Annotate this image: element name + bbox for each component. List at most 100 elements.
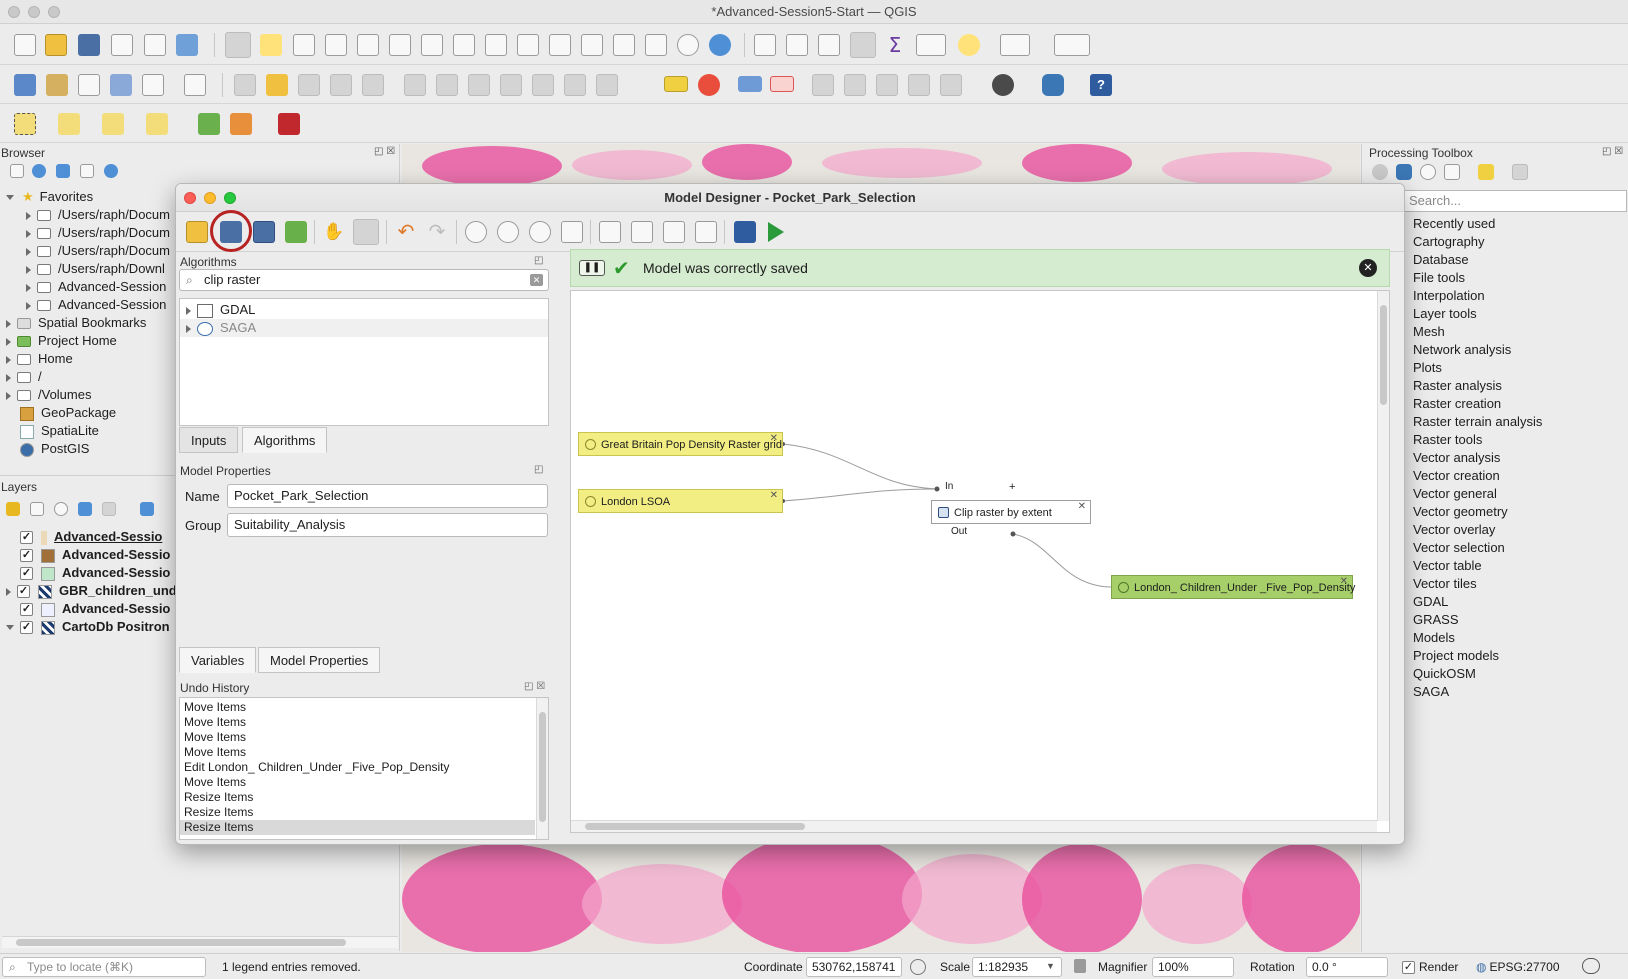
redo-arrow-icon[interactable]: ↷: [426, 221, 448, 243]
browser-item-geopackage[interactable]: GeoPackage: [20, 404, 116, 422]
zoom-full-icon[interactable]: [357, 34, 379, 56]
toggle-editing-icon[interactable]: [266, 74, 288, 96]
style-layer-icon[interactable]: [6, 502, 20, 516]
filter-expression-icon[interactable]: [102, 502, 116, 516]
zoom-out-icon[interactable]: [497, 221, 519, 243]
model-input-lsoa-node[interactable]: London LSOA ✕: [578, 489, 783, 513]
toolbox-group-item[interactable]: Vector selection: [1413, 539, 1505, 557]
toolbox-group-item[interactable]: Vector tiles: [1413, 575, 1477, 593]
node-remove-icon[interactable]: ✕: [770, 490, 778, 502]
paste-features-icon[interactable]: [532, 74, 554, 96]
redo-icon[interactable]: [596, 74, 618, 96]
toolbox-group-item[interactable]: GDAL: [1413, 593, 1448, 611]
toolbox-group-item[interactable]: GRASS: [1413, 611, 1459, 629]
export-svg-icon[interactable]: [695, 221, 717, 243]
maximize-window-button[interactable]: [48, 6, 60, 18]
python-console-icon[interactable]: [1042, 74, 1064, 96]
browser-item-volumes[interactable]: /Volumes: [6, 386, 91, 404]
toolbox-group-item[interactable]: SAGA: [1413, 683, 1449, 701]
toolbox-group-item[interactable]: Layer tools: [1413, 305, 1477, 323]
layer-visibility-checkbox[interactable]: ✓: [20, 567, 33, 581]
model-canvas[interactable]: Great Britain Pop Density Raster grid ✕ …: [570, 290, 1390, 833]
rotate-label-icon[interactable]: [876, 74, 898, 96]
toolbox-group-item[interactable]: Vector analysis: [1413, 449, 1500, 467]
pin-labels-icon[interactable]: [738, 76, 762, 92]
bookmark-icon[interactable]: [613, 34, 635, 56]
lock-icon[interactable]: [1074, 959, 1086, 973]
toolbox-group-item[interactable]: File tools: [1413, 269, 1465, 287]
attribute-table-icon[interactable]: [786, 34, 808, 56]
open-model-icon[interactable]: [186, 221, 208, 243]
undo-arrow-icon[interactable]: ↶: [395, 221, 417, 243]
current-edits-icon[interactable]: [234, 74, 256, 96]
undo-history-item[interactable]: Resize Items: [184, 805, 253, 820]
layers-horizontal-scrollbar[interactable]: [2, 936, 398, 948]
save-edits-icon[interactable]: [298, 74, 320, 96]
rotation-spinbox[interactable]: 0.0 °: [1306, 957, 1388, 977]
zoom-actual-icon[interactable]: [529, 221, 551, 243]
toolbox-group-item[interactable]: Mesh: [1413, 323, 1445, 341]
toolbox-group-item[interactable]: Models: [1413, 629, 1455, 647]
add-port-plus[interactable]: +: [1009, 481, 1015, 493]
refresh-icon[interactable]: [709, 34, 731, 56]
panel-float-close-icons[interactable]: ◰ ☒: [524, 681, 545, 692]
toolbox-group-item[interactable]: Interpolation: [1413, 287, 1485, 305]
pan-hand-icon[interactable]: ✋: [323, 221, 345, 243]
browser-item-project-home[interactable]: Project Home: [6, 332, 117, 350]
tab-variables[interactable]: Variables: [179, 647, 257, 673]
models-gear-icon[interactable]: [1372, 164, 1388, 180]
panel-float-close-icons[interactable]: ◰ ☒: [1602, 146, 1623, 157]
browser-item-spatialite[interactable]: SpatiaLite: [20, 422, 99, 440]
model-name-input[interactable]: Pocket_Park_Selection: [227, 484, 548, 508]
browser-item-root[interactable]: /: [6, 368, 42, 386]
panel-float-icon[interactable]: ◰: [534, 255, 543, 266]
browser-item-folder[interactable]: Advanced-Session: [26, 296, 166, 314]
canvas-vertical-scrollbar[interactable]: [1377, 291, 1389, 821]
virtual-layer-icon[interactable]: [142, 74, 164, 96]
new-project-icon[interactable]: [14, 34, 36, 56]
layer-row[interactable]: ✓ Advanced-Sessio: [20, 528, 162, 546]
messages-icon[interactable]: [1582, 958, 1600, 974]
plugin-globe-icon[interactable]: [992, 74, 1014, 96]
export-python-icon[interactable]: [599, 221, 621, 243]
edit-features-in-place-icon[interactable]: [1478, 164, 1494, 180]
toolbox-group-item[interactable]: Vector overlay: [1413, 521, 1495, 539]
move-label-icon[interactable]: [812, 74, 834, 96]
zoom-full-icon[interactable]: [561, 221, 583, 243]
text-annotation-icon[interactable]: [1054, 34, 1090, 56]
data-source-manager-icon[interactable]: [14, 74, 36, 96]
coordinate-field[interactable]: 530762,158741: [806, 957, 902, 977]
results-viewer-icon[interactable]: [1444, 164, 1460, 180]
provider-saga[interactable]: SAGA: [180, 319, 548, 337]
tab-inputs[interactable]: Inputs: [179, 427, 239, 453]
new-3d-view-icon[interactable]: [581, 34, 603, 56]
node-remove-icon[interactable]: ✕: [1078, 501, 1086, 513]
options-wrench-icon[interactable]: [1512, 164, 1528, 180]
add-selected-layers-icon[interactable]: [10, 164, 24, 178]
layer-row[interactable]: ✓ Advanced-Sessio: [20, 564, 170, 582]
zoom-in-icon[interactable]: [293, 34, 315, 56]
undo-history-item[interactable]: Move Items: [184, 730, 246, 745]
help-icon[interactable]: ?: [1090, 74, 1112, 96]
minimize-window-button[interactable]: [28, 6, 40, 18]
toolbox-group-item[interactable]: Cartography: [1413, 233, 1485, 251]
browser-item-postgis[interactable]: PostGIS: [20, 440, 89, 458]
toolbox-search-input[interactable]: Search...: [1402, 190, 1627, 212]
label-toolbar-icon[interactable]: [664, 76, 688, 92]
raster-calculator-icon[interactable]: [278, 113, 300, 135]
toolbox-group-item[interactable]: Raster creation: [1413, 395, 1501, 413]
layer-visibility-checkbox[interactable]: ✓: [20, 603, 33, 617]
python-scripts-icon[interactable]: [1396, 164, 1412, 180]
canvas-horizontal-scrollbar[interactable]: [571, 820, 1377, 832]
browser-item-folder[interactable]: Advanced-Session: [26, 278, 166, 296]
dialog-maximize-button[interactable]: [224, 192, 236, 204]
layer-row[interactable]: ✓ CartoDb Positron: [6, 618, 170, 636]
open-project-icon[interactable]: [45, 34, 67, 56]
save-model-as-icon[interactable]: [253, 221, 275, 243]
scrollbar-thumb[interactable]: [585, 823, 805, 830]
layer-row[interactable]: ✓ Advanced-Sessio: [20, 600, 170, 618]
zoom-native-icon[interactable]: [453, 34, 475, 56]
pan-map-icon[interactable]: [225, 32, 251, 58]
modify-attributes-icon[interactable]: [404, 74, 426, 96]
zoom-selection-icon[interactable]: [389, 34, 411, 56]
